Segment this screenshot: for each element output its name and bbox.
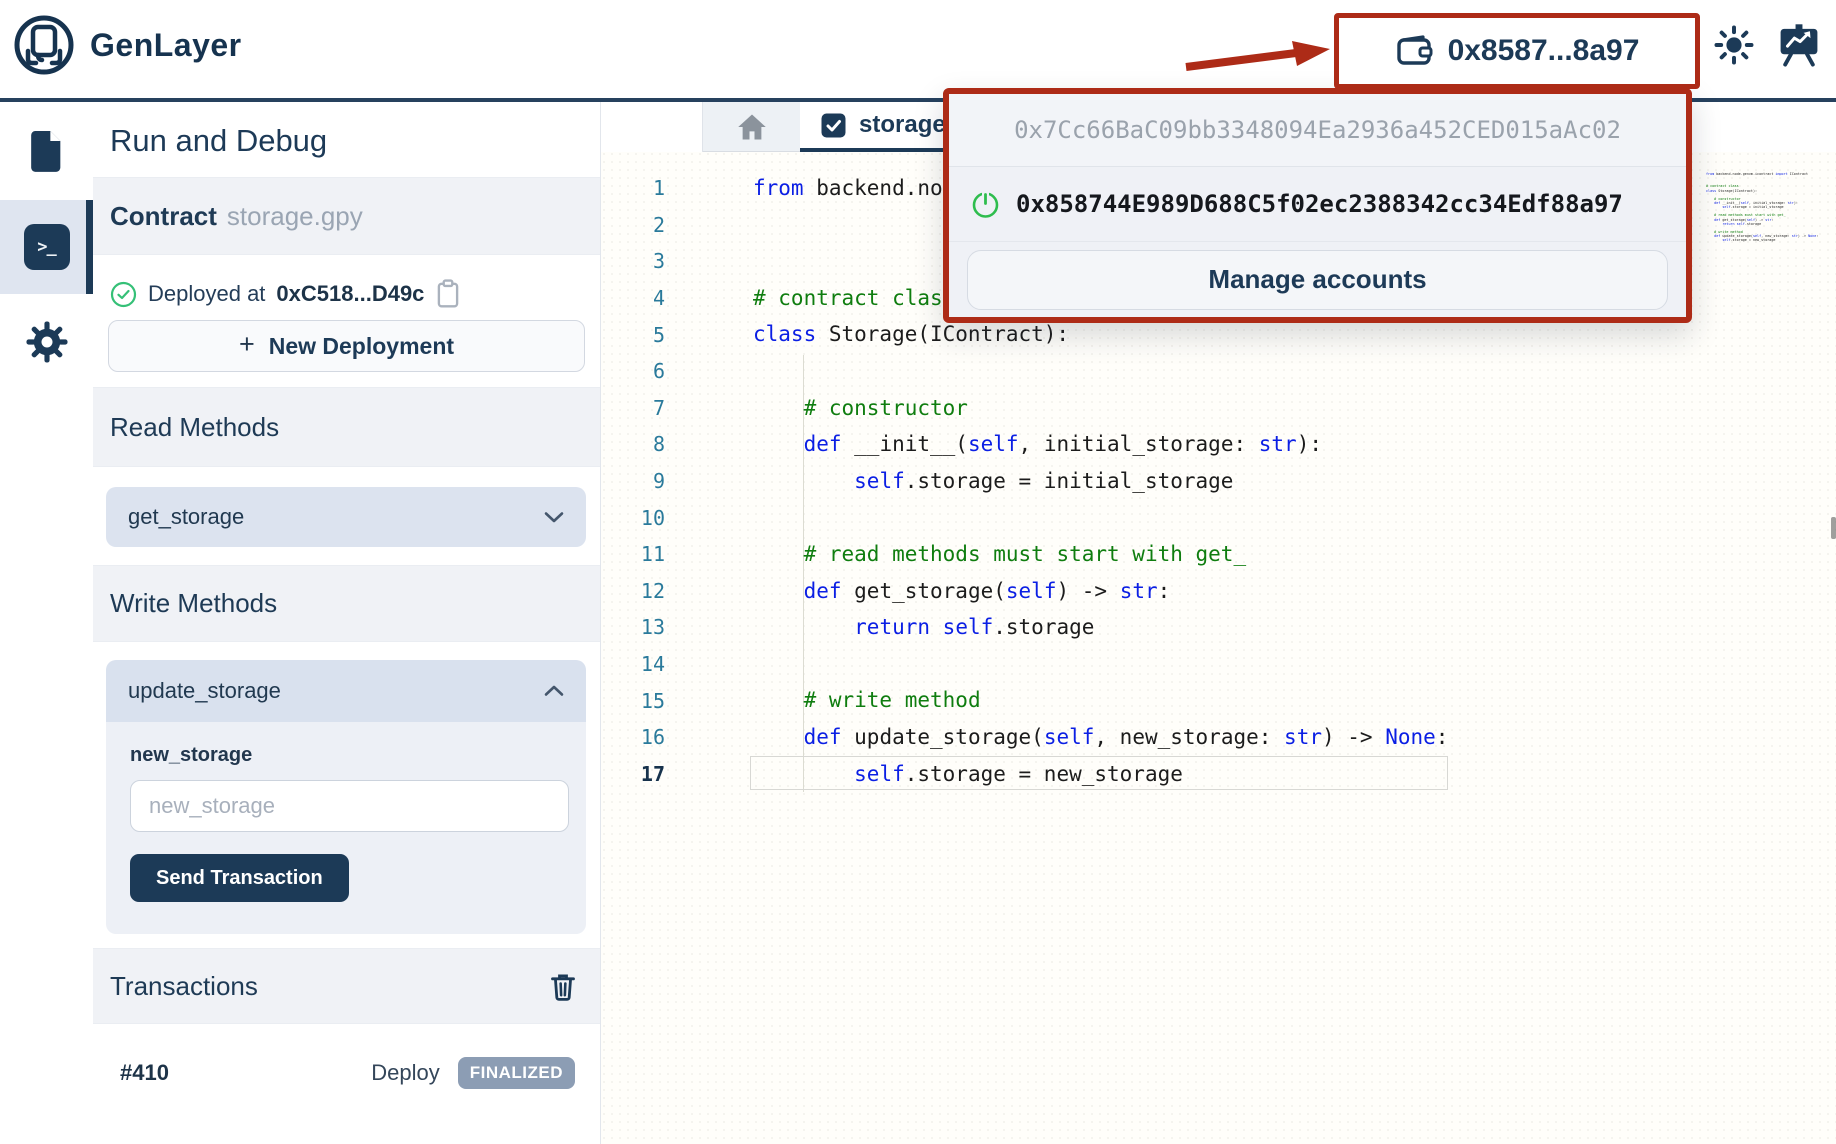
success-check-icon xyxy=(110,281,137,308)
line-number: 11 xyxy=(630,542,665,566)
line-number: 12 xyxy=(630,579,665,603)
read-methods-header: Read Methods xyxy=(93,387,600,467)
minimap[interactable]: from backend.node.genvm.icontract import… xyxy=(1706,172,1824,242)
line-number: 3 xyxy=(630,249,665,273)
line-number: 6 xyxy=(630,359,665,383)
read-method-get-storage[interactable]: get_storage xyxy=(106,487,586,547)
transaction-type: Deploy xyxy=(371,1060,439,1086)
code-line-17[interactable]: 17 self.storage = new_storage xyxy=(630,756,1448,793)
trash-icon xyxy=(550,973,576,1001)
clear-transactions-button[interactable] xyxy=(550,973,576,1001)
transactions-header: Transactions xyxy=(93,948,600,1024)
code-line-8[interactable]: 8 def __init__(self, initial_storage: st… xyxy=(630,426,1448,463)
chevron-down-icon xyxy=(544,511,564,523)
line-number: 9 xyxy=(630,469,665,493)
line-number: 17 xyxy=(630,762,665,786)
sun-icon xyxy=(1713,24,1755,66)
tab-home[interactable] xyxy=(703,102,801,151)
run-debug-panel: Run and Debug Contract storage.gpy Deplo… xyxy=(93,102,601,1144)
wallet-address-short: 0x8587...8a97 xyxy=(1448,34,1640,68)
code-line-12[interactable]: 12 def get_storage(self) -> str: xyxy=(630,573,1448,610)
checked-file-icon xyxy=(820,112,847,139)
genlayer-logo-icon xyxy=(12,13,76,77)
write-methods-header: Write Methods xyxy=(93,565,600,642)
write-method-update-storage[interactable]: update_storage xyxy=(106,660,586,722)
deployed-status-row: Deployed at 0xC518...D49c xyxy=(110,274,461,314)
transaction-id: #410 xyxy=(120,1060,169,1086)
deployed-label: Deployed at xyxy=(148,281,265,307)
code-line-16[interactable]: 16 def update_storage(self, new_storage:… xyxy=(630,719,1448,756)
file-icon xyxy=(27,129,67,173)
line-number: 10 xyxy=(630,506,665,530)
send-transaction-button[interactable]: Send Transaction xyxy=(130,854,349,902)
presentation-chart-icon xyxy=(1776,22,1822,68)
line-number: 2 xyxy=(630,213,665,237)
wallet-account-button[interactable]: 0x8587...8a97 xyxy=(1334,13,1700,89)
contract-label: Contract xyxy=(110,201,217,232)
account-item-inactive[interactable]: 0x7Cc66BaC09bb3348094Ea2936a452CED015aAc… xyxy=(949,94,1686,167)
line-number: 13 xyxy=(630,615,665,639)
line-number: 4 xyxy=(630,286,665,310)
new-deployment-label: New Deployment xyxy=(269,333,454,360)
code-line-14[interactable]: 14 xyxy=(630,646,1448,683)
copy-clipboard-icon[interactable] xyxy=(435,279,461,309)
theme-toggle-button[interactable] xyxy=(1713,24,1755,66)
settings-nav-button[interactable] xyxy=(0,307,93,377)
manage-accounts-button[interactable]: Manage accounts xyxy=(967,250,1668,310)
transaction-row[interactable]: #410 Deploy FINALIZED xyxy=(93,1047,600,1099)
chevron-up-icon xyxy=(544,685,564,697)
annotation-arrow xyxy=(1178,36,1348,80)
gear-icon xyxy=(25,320,69,364)
update-storage-form: new_storage Send Transaction xyxy=(106,722,586,934)
account-dropdown: 0x7Cc66BaC09bb3348094Ea2936a452CED015aAc… xyxy=(943,88,1692,323)
inactive-account-address: 0x7Cc66BaC09bb3348094Ea2936a452CED015aAc… xyxy=(1014,116,1621,144)
wallet-icon xyxy=(1395,31,1435,71)
line-number: 5 xyxy=(630,323,665,347)
brand: GenLayer xyxy=(12,12,242,78)
contract-section-header: Contract storage.gpy xyxy=(93,177,600,255)
run-debug-nav-button[interactable]: >_ xyxy=(0,212,93,282)
line-number: 8 xyxy=(630,432,665,456)
code-line-9[interactable]: 9 self.storage = initial_storage xyxy=(630,463,1448,500)
stats-board-button[interactable] xyxy=(1776,22,1822,68)
deployed-address: 0xC518...D49c xyxy=(276,281,424,307)
home-icon xyxy=(737,113,767,141)
code-line-13[interactable]: 13 return self.storage xyxy=(630,609,1448,646)
code-line-6[interactable]: 6 xyxy=(630,353,1448,390)
activity-bar: >_ xyxy=(0,102,93,1144)
line-number: 14 xyxy=(630,652,665,676)
new-storage-input[interactable] xyxy=(130,780,569,832)
panel-title: Run and Debug xyxy=(110,102,327,177)
code-line-11[interactable]: 11 # read methods must start with get_ xyxy=(630,536,1448,573)
line-number: 1 xyxy=(630,176,665,200)
code-line-15[interactable]: 15 # write method xyxy=(630,682,1448,719)
plus-icon: + xyxy=(239,329,255,360)
active-account-address: 0x858744E989D688C5f02ec2388342cc34Edf88a… xyxy=(1016,190,1623,218)
files-nav-button[interactable] xyxy=(0,116,93,186)
brand-name: GenLayer xyxy=(90,12,242,78)
line-number: 15 xyxy=(630,689,665,713)
code-line-10[interactable]: 10 xyxy=(630,499,1448,536)
code-line-7[interactable]: 7 # constructor xyxy=(630,390,1448,427)
contract-file-name: storage.gpy xyxy=(227,201,363,232)
param-label: new_storage xyxy=(130,744,252,767)
new-deployment-button[interactable]: + New Deployment xyxy=(108,320,585,372)
scrollbar-thumb[interactable] xyxy=(1831,517,1836,539)
line-number: 16 xyxy=(630,725,665,749)
account-item-active[interactable]: 0x858744E989D688C5f02ec2388342cc34Edf88a… xyxy=(949,167,1686,242)
line-number: 7 xyxy=(630,396,665,420)
terminal-icon: >_ xyxy=(24,224,70,270)
status-badge: FINALIZED xyxy=(458,1057,575,1089)
power-icon xyxy=(970,189,1001,220)
